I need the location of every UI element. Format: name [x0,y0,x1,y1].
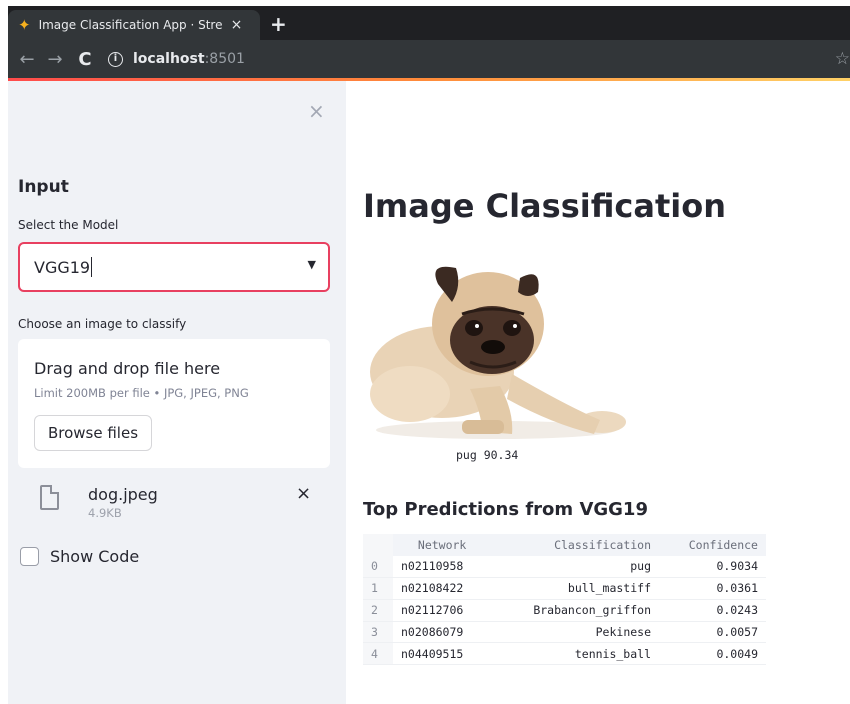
main-content: Image Classification pug 90.34 Top Predi… [346,81,850,704]
column-header-network[interactable]: Network [393,534,491,556]
index-header [363,534,393,556]
predictions-title: Top Predictions from VGG19 [363,499,648,520]
row-index: 2 [363,599,393,622]
confidence-cell: 0.9034 [659,555,766,579]
browser-tab[interactable]: ✦ Image Classification App · Stre × [8,10,260,40]
address-bar[interactable]: i localhost:8501 [108,51,245,67]
table-row: 1 n02108422 bull_mastiff 0.0361 [363,577,766,600]
table-row: 4 n04409515 tennis_ball 0.0049 [363,642,766,666]
reload-icon[interactable]: C [76,49,94,70]
text-caret [91,257,93,277]
table-header-row: Network Classification Confidence [363,534,766,556]
network-cell: n02086079 [393,621,492,644]
url-port: :8501 [204,51,245,67]
sidebar: × Input Select the Model VGG19 ▼ Choose … [8,81,346,704]
network-cell: n04409515 [393,642,492,666]
confidence-cell: 0.0049 [659,642,766,666]
forward-arrow-icon[interactable]: → [46,49,64,70]
upload-label: Choose an image to classify [18,317,187,331]
show-code-label: Show Code [50,547,140,566]
row-index: 4 [363,642,393,666]
tab-title: Image Classification App · Stre [38,18,223,32]
bookmark-star-icon[interactable]: ☆ [835,49,850,69]
site-info-icon[interactable]: i [108,51,123,67]
table-row: 3 n02086079 Pekinese 0.0057 [363,621,766,644]
row-index: 0 [363,555,393,579]
new-tab-icon[interactable]: + [270,12,287,36]
file-dropzone[interactable]: Drag and drop file here Limit 200MB per … [18,339,330,468]
sidebar-heading: Input [18,177,69,197]
file-name: dog.jpeg [88,485,158,504]
sidebar-close-icon[interactable]: × [308,99,325,123]
uploaded-file: dog.jpeg 4.9KB × [18,479,330,523]
pug-image [370,266,626,439]
network-cell: n02108422 [393,577,492,600]
confidence-cell: 0.0361 [659,577,766,600]
classification-cell: Pekinese [491,621,660,644]
column-header-confidence[interactable]: Confidence [659,534,766,556]
classification-cell: bull_mastiff [491,577,660,600]
streamlit-favicon-icon: ✦ [18,16,31,34]
classification-cell: pug [491,555,660,579]
page-title: Image Classification [363,187,727,225]
model-select[interactable]: VGG19 ▼ [18,242,330,292]
row-index: 3 [363,621,393,644]
browser-window: ✦ Image Classification App · Stre × + ← … [8,6,850,704]
tab-close-icon[interactable]: × [231,17,243,33]
network-cell: n02110958 [393,555,492,579]
dropzone-limit: Limit 200MB per file • JPG, JPEG, PNG [34,386,249,400]
column-header-classification[interactable]: Classification [491,534,659,556]
file-icon [40,485,59,510]
browse-files-button[interactable]: Browse files [34,415,152,451]
confidence-cell: 0.0057 [659,621,766,644]
table-row: 2 n02112706 Brabancon_griffon 0.0243 [363,599,766,622]
browser-toolbar: ← → C i localhost:8501 ☆ [8,40,850,78]
row-index: 1 [363,577,393,600]
predictions-table: Network Classification Confidence 0 n021… [363,534,766,666]
confidence-cell: 0.0243 [659,599,766,622]
classification-cell: Brabancon_griffon [491,599,660,622]
classification-cell: tennis_ball [491,642,660,666]
tab-strip: ✦ Image Classification App · Stre × + [8,6,850,40]
model-select-value: VGG19 [34,257,91,277]
file-size: 4.9KB [88,506,122,520]
back-arrow-icon[interactable]: ← [18,49,36,70]
checkbox-box[interactable] [20,547,39,566]
dropzone-title: Drag and drop file here [34,359,221,378]
model-select-label: Select the Model [18,218,119,232]
url-host: localhost [133,51,205,67]
table-row: 0 n02110958 pug 0.9034 [363,555,766,579]
network-cell: n02112706 [393,599,492,622]
chevron-down-icon[interactable]: ▼ [308,258,316,271]
remove-file-icon[interactable]: × [296,483,311,504]
show-code-checkbox[interactable]: Show Code [20,547,139,566]
image-caption: pug 90.34 [456,448,519,462]
